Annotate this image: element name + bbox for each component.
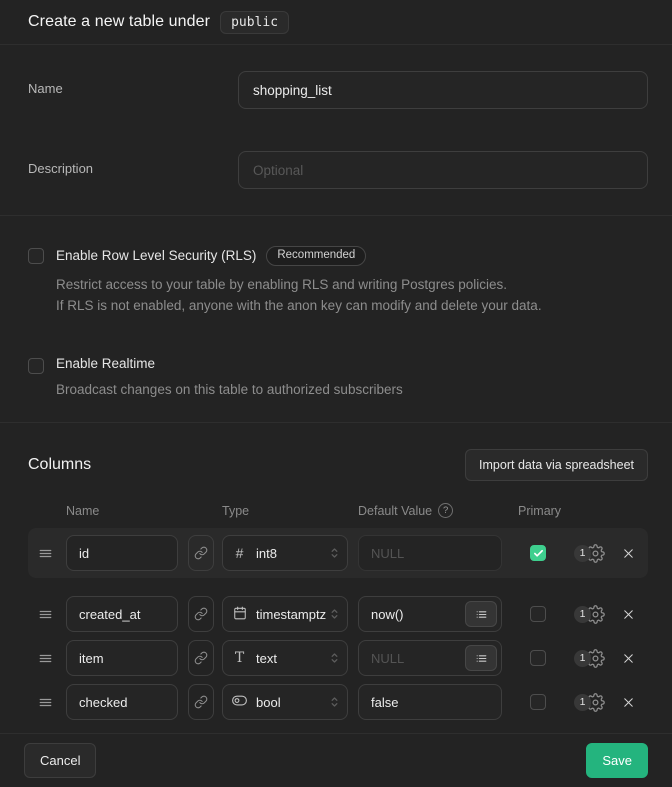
realtime-checkbox[interactable] xyxy=(28,358,44,374)
dialog-header: Create a new table under public xyxy=(0,0,672,45)
rls-option: Enable Row Level Security (RLS) Recommen… xyxy=(28,246,644,316)
column-default-input[interactable] xyxy=(358,684,502,720)
table-description-input[interactable] xyxy=(238,151,648,189)
save-button[interactable]: Save xyxy=(586,743,648,778)
help-icon[interactable]: ? xyxy=(438,503,453,518)
chevron-updown-icon xyxy=(328,608,341,621)
drag-handle-icon[interactable] xyxy=(38,651,56,666)
column-row-checked: bool 1 xyxy=(28,684,648,720)
columns-title: Columns xyxy=(28,456,91,474)
foreign-key-link-icon[interactable] xyxy=(188,535,214,571)
toggle-icon xyxy=(232,693,247,711)
table-name-input[interactable] xyxy=(238,71,648,109)
calendar-icon xyxy=(232,606,247,623)
hash-icon: # xyxy=(232,545,247,561)
schema-badge: public xyxy=(220,11,289,34)
default-value-list-icon[interactable] xyxy=(465,645,497,671)
foreign-key-link-icon[interactable] xyxy=(188,684,214,720)
primary-checkbox[interactable] xyxy=(530,694,546,710)
primary-checkbox[interactable] xyxy=(530,606,546,622)
realtime-option: Enable Realtime Broadcast changes on thi… xyxy=(28,356,644,400)
header-name: Name xyxy=(66,504,222,518)
remove-column-icon[interactable] xyxy=(619,605,638,624)
rls-description: Restrict access to your table by enablin… xyxy=(56,274,644,316)
description-label: Description xyxy=(28,151,238,176)
remove-column-icon[interactable] xyxy=(619,649,638,668)
remove-column-icon[interactable] xyxy=(619,544,638,563)
name-label: Name xyxy=(28,71,238,96)
column-name-input[interactable] xyxy=(66,640,178,676)
settings-count-badge: 1 xyxy=(574,694,591,711)
column-row-item: T text 1 xyxy=(28,640,648,676)
rls-checkbox[interactable] xyxy=(28,248,44,264)
create-table-dialog: Create a new table under public Name Des… xyxy=(0,0,672,787)
options-section: Enable Row Level Security (RLS) Recommen… xyxy=(0,216,672,423)
settings-count-badge: 1 xyxy=(574,606,591,623)
remove-column-icon[interactable] xyxy=(619,693,638,712)
dialog-footer: Cancel Save xyxy=(0,733,672,787)
chevron-updown-icon xyxy=(328,696,341,709)
dialog-title: Create a new table under xyxy=(28,13,210,31)
drag-handle-icon[interactable] xyxy=(38,607,56,622)
foreign-key-link-icon[interactable] xyxy=(188,640,214,676)
column-type-select[interactable]: T text xyxy=(222,640,348,676)
column-type-select[interactable]: # int8 xyxy=(222,535,348,571)
chevron-updown-icon xyxy=(328,547,341,560)
header-default-value: Default Value ? xyxy=(358,503,518,518)
columns-grid-headers: Name Type Default Value ? Primary xyxy=(28,503,648,518)
recommended-badge: Recommended xyxy=(266,246,366,266)
drag-handle-icon[interactable] xyxy=(38,695,56,710)
chevron-updown-icon xyxy=(328,652,341,665)
column-row-id: # int8 1 xyxy=(28,528,648,578)
column-name-input[interactable] xyxy=(66,596,178,632)
column-name-input[interactable] xyxy=(66,684,178,720)
column-type-select[interactable]: bool xyxy=(222,684,348,720)
header-type: Type xyxy=(222,504,358,518)
rls-label: Enable Row Level Security (RLS) xyxy=(56,248,256,263)
columns-section: Columns Import data via spreadsheet Name… xyxy=(0,423,672,733)
header-primary: Primary xyxy=(518,504,638,518)
default-value-list-icon[interactable] xyxy=(465,601,497,627)
realtime-label: Enable Realtime xyxy=(56,356,155,371)
drag-handle-icon[interactable] xyxy=(38,546,56,561)
primary-checkbox[interactable] xyxy=(530,545,546,561)
settings-count-badge: 1 xyxy=(574,545,591,562)
cancel-button[interactable]: Cancel xyxy=(24,743,96,778)
text-type-icon: T xyxy=(232,650,247,666)
column-name-input[interactable] xyxy=(66,535,178,571)
primary-checkbox[interactable] xyxy=(530,650,546,666)
import-spreadsheet-button[interactable]: Import data via spreadsheet xyxy=(465,449,648,481)
column-type-select[interactable]: timestamptz xyxy=(222,596,348,632)
column-row-created-at: timestamptz 1 xyxy=(28,596,648,632)
settings-count-badge: 1 xyxy=(574,650,591,667)
general-section: Name Description xyxy=(0,45,672,216)
realtime-description: Broadcast changes on this table to autho… xyxy=(56,379,644,400)
foreign-key-link-icon[interactable] xyxy=(188,596,214,632)
column-default-input xyxy=(358,535,502,571)
